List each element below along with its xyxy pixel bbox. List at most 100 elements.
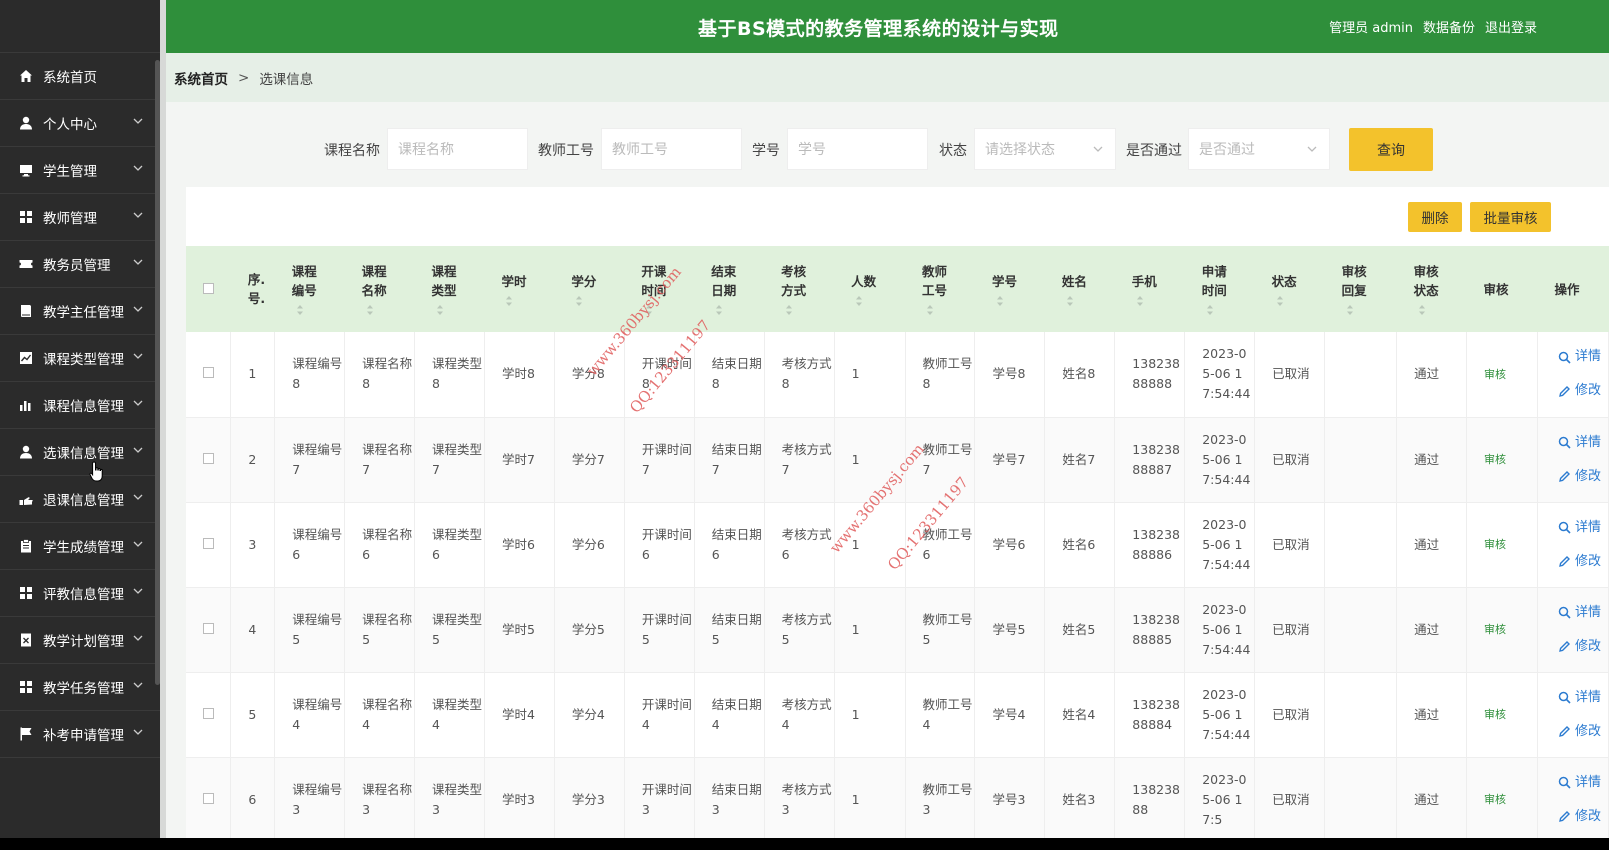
logout-link[interactable]: 退出登录 xyxy=(1485,17,1537,36)
sidebar-item-5[interactable]: 教学主任管理 xyxy=(0,288,160,335)
breadcrumb-home[interactable]: 系统首页 xyxy=(174,68,228,88)
sort-icon[interactable] xyxy=(1346,304,1354,316)
sort-icon[interactable] xyxy=(715,304,723,316)
row-checkbox[interactable] xyxy=(203,622,214,634)
column-header-audit-status[interactable]: 审核 状态 xyxy=(1397,246,1467,332)
sort-icon[interactable] xyxy=(1136,295,1144,307)
edit-link[interactable]: 修改 xyxy=(1558,807,1608,827)
column-header-end[interactable]: 结束 日期 xyxy=(694,246,764,332)
audit-link[interactable]: 审核 xyxy=(1484,708,1506,721)
audit-link[interactable]: 审核 xyxy=(1484,793,1506,806)
column-header-start[interactable]: 开课 时间 xyxy=(624,246,694,332)
row-checkbox[interactable] xyxy=(203,367,214,379)
cell-start: 开课时间8 xyxy=(624,332,695,417)
sort-icon[interactable] xyxy=(645,304,653,316)
column-header-label: 工号 xyxy=(922,283,948,298)
column-header-hours[interactable]: 学时 xyxy=(484,246,554,332)
cell-credits: 学分5 xyxy=(554,587,625,672)
sidebar-item-3[interactable]: 教师管理 xyxy=(0,194,160,241)
sidebar-item-9[interactable]: 退课信息管理 xyxy=(0,476,160,523)
cell-reply xyxy=(1324,587,1398,672)
status-select[interactable]: 请选择状态 xyxy=(974,128,1116,170)
edit-link[interactable]: 修改 xyxy=(1558,467,1608,487)
sidebar-item-12[interactable]: 教学计划管理 xyxy=(0,617,160,664)
sort-icon[interactable] xyxy=(296,304,304,316)
row-checkbox[interactable] xyxy=(203,792,214,804)
data-backup-link[interactable]: 数据备份 xyxy=(1423,17,1475,36)
select-all-checkbox[interactable] xyxy=(203,282,214,294)
sidebar-item-7[interactable]: 课程信息管理 xyxy=(0,382,160,429)
sidebar-item-8[interactable]: 选课信息管理 xyxy=(0,429,160,476)
audit-link[interactable]: 审核 xyxy=(1484,623,1506,636)
sort-icon[interactable] xyxy=(926,304,934,316)
sort-icon[interactable] xyxy=(505,295,513,307)
sidebar-item-2[interactable]: 学生管理 xyxy=(0,147,160,194)
sidebar-item-10[interactable]: 学生成绩管理 xyxy=(0,523,160,570)
column-header-course-type[interactable]: 课程 类型 xyxy=(415,246,485,332)
column-header-name[interactable]: 姓名 xyxy=(1045,246,1115,332)
audit-link[interactable]: 审核 xyxy=(1484,538,1506,551)
column-header-apply-time[interactable]: 申请 时间 xyxy=(1185,246,1255,332)
sidebar-item-1[interactable]: 个人中心 xyxy=(0,100,160,147)
detail-link[interactable]: 详情 xyxy=(1558,347,1608,367)
sort-icon[interactable] xyxy=(366,304,374,316)
detail-link[interactable]: 详情 xyxy=(1558,773,1608,793)
search-bar: 课程名称 课程名称 教师工号 教师工号 学号 学号 状态 请选择状态 是否通过 … xyxy=(166,128,1609,171)
cell-count: 1 xyxy=(834,672,906,757)
column-header-course-name[interactable]: 课程 名称 xyxy=(345,246,415,332)
edit-link[interactable]: 修改 xyxy=(1558,552,1608,572)
edit-link[interactable]: 修改 xyxy=(1558,722,1608,742)
table-row: 3 课程编号6 课程名称6 课程类型6 学时6 学分6 开课时间6 结束日期6 考核方式6 1 教师… xyxy=(186,502,1609,587)
cell-index: 1 xyxy=(230,332,276,417)
sort-icon[interactable] xyxy=(575,295,583,307)
sidebar-item-0[interactable]: 系统首页 xyxy=(0,53,160,100)
delete-button[interactable]: 删除 xyxy=(1408,202,1462,232)
edit-link[interactable]: 修改 xyxy=(1558,637,1608,657)
column-header-reply[interactable]: 审核 回复 xyxy=(1325,246,1397,332)
column-header-phone[interactable]: 手机 xyxy=(1115,246,1185,332)
sidebar-item-13[interactable]: 教学任务管理 xyxy=(0,664,160,711)
row-checkbox[interactable] xyxy=(203,452,214,464)
sidebar-item-11[interactable]: 评教信息管理 xyxy=(0,570,160,617)
sort-icon[interactable] xyxy=(1276,295,1284,307)
course-name-input[interactable]: 课程名称 xyxy=(387,128,528,170)
admin-user-label[interactable]: 管理员 admin xyxy=(1329,17,1413,36)
column-header-exam[interactable]: 考核 方式 xyxy=(764,246,834,332)
sidebar-item-14[interactable]: 补考申请管理 xyxy=(0,711,160,758)
student-no-input[interactable]: 学号 xyxy=(787,128,928,170)
batch-audit-button[interactable]: 批量审核 xyxy=(1470,202,1551,232)
query-button[interactable]: 查询 xyxy=(1349,128,1433,171)
sort-icon[interactable] xyxy=(1418,304,1426,316)
sort-icon[interactable] xyxy=(785,304,793,316)
column-header-count[interactable]: 人数 xyxy=(834,246,905,332)
row-checkbox[interactable] xyxy=(203,537,214,549)
cell-apply-time: 2023-05-06 17:5 xyxy=(1184,757,1256,838)
sidebar-logo-area xyxy=(0,0,160,53)
monitor-icon xyxy=(18,162,34,178)
sort-icon[interactable] xyxy=(436,304,444,316)
cell-hours: 学时5 xyxy=(484,587,555,672)
sidebar-item-6[interactable]: 课程类型管理 xyxy=(0,335,160,382)
column-header-status[interactable]: 状态 xyxy=(1255,246,1325,332)
detail-link[interactable]: 详情 xyxy=(1558,603,1608,623)
sort-icon[interactable] xyxy=(1066,295,1074,307)
sort-icon[interactable] xyxy=(855,295,863,307)
audit-link[interactable]: 审核 xyxy=(1484,368,1506,381)
row-checkbox[interactable] xyxy=(203,707,214,719)
column-header-student-no[interactable]: 学号 xyxy=(975,246,1045,332)
edit-link[interactable]: 修改 xyxy=(1558,381,1608,401)
column-header-teacher-no[interactable]: 教师 工号 xyxy=(905,246,975,332)
sort-icon[interactable] xyxy=(996,295,1004,307)
column-header-course-no[interactable]: 课程 编号 xyxy=(275,246,345,332)
passed-select[interactable]: 是否通过 xyxy=(1188,128,1330,170)
column-header-credits[interactable]: 学分 xyxy=(554,246,624,332)
teacher-no-input[interactable]: 教师工号 xyxy=(601,128,742,170)
detail-link[interactable]: 详情 xyxy=(1558,518,1608,538)
detail-label: 详情 xyxy=(1574,689,1601,705)
detail-link[interactable]: 详情 xyxy=(1558,433,1608,453)
audit-link[interactable]: 审核 xyxy=(1484,453,1506,466)
detail-link[interactable]: 详情 xyxy=(1558,688,1608,708)
sort-icon[interactable] xyxy=(1206,304,1214,316)
row-select-cell xyxy=(186,672,232,757)
sidebar-item-4[interactable]: 教务员管理 xyxy=(0,241,160,288)
